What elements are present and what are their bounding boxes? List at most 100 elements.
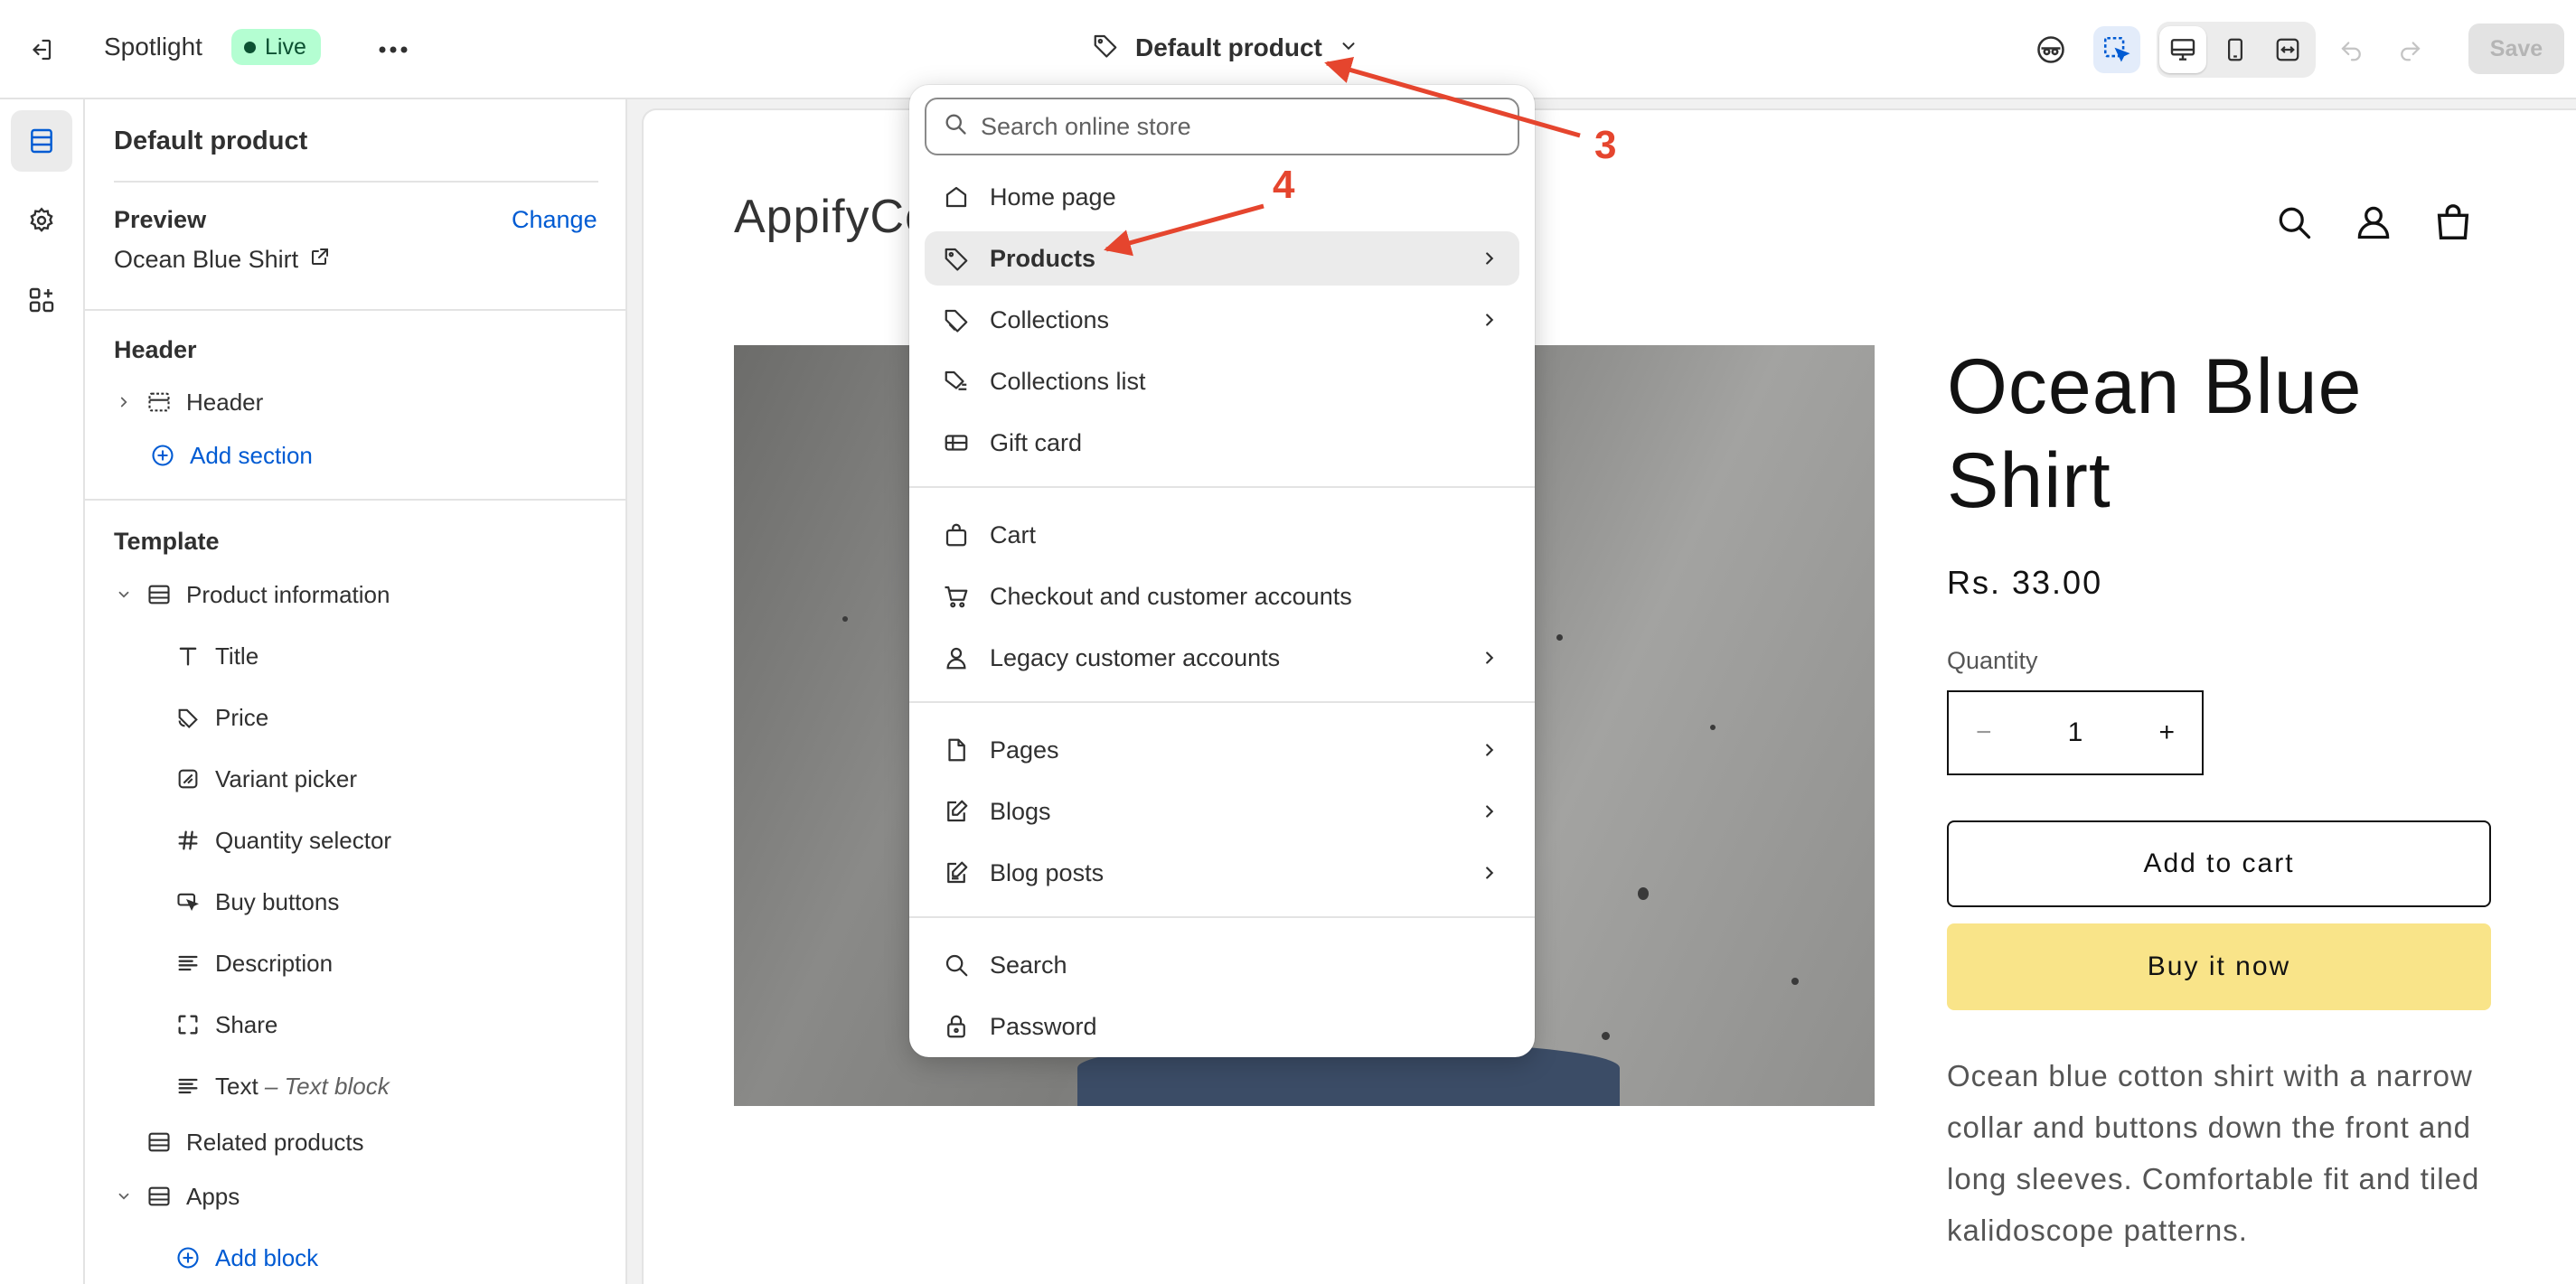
menu-item-collections-list[interactable]: Collections list [925,354,1519,408]
image-texture [1556,634,1563,641]
block-title[interactable]: Title [174,636,259,676]
menu-item-collections[interactable]: Collections [925,293,1519,347]
image-texture [1791,978,1799,985]
block-description-label: Description [215,949,334,977]
blog-post-icon [941,858,972,888]
page-icon [941,735,972,765]
chevron-right-icon [1486,744,1494,756]
template-selector-button[interactable]: Default product [1092,27,1359,69]
fullscreen-view-icon[interactable] [2264,26,2311,73]
divider [909,916,1535,918]
account-icon[interactable] [2346,195,2401,249]
block-description[interactable]: Description [174,943,333,983]
menu-item-checkout-and-customer-accounts[interactable]: Checkout and customer accounts [925,569,1519,623]
section-header-label: Header [186,388,264,416]
block-text-suffix: – Text block [264,1072,390,1100]
add-block-button[interactable]: Add block [174,1238,318,1278]
menu-item-label: Checkout and customer accounts [990,582,1352,610]
editor-rail [0,99,85,1284]
menu-item-label: Search [990,951,1067,979]
menu-item-pages[interactable]: Pages [925,723,1519,777]
menu-item-password[interactable]: Password [925,999,1519,1054]
template-label: Default product [1135,33,1322,61]
preview-product-name: Ocean Blue Shirt [114,246,299,273]
chevron-down-icon[interactable] [114,585,134,605]
block-quantity-selector[interactable]: Quantity selector [174,820,391,860]
plus-circle-icon [148,441,177,470]
block-share[interactable]: Share [174,1005,277,1045]
quantity-increase-button[interactable]: + [2158,717,2175,748]
text-lines-icon [174,1072,202,1101]
block-text-label: Text [215,1072,259,1100]
exit-icon[interactable] [20,29,61,70]
section-product-information[interactable]: Product information [145,575,390,614]
block-price[interactable]: Price [174,698,268,737]
preview-product[interactable]: Ocean Blue Shirt [114,246,331,274]
quantity-label: Quantity [1947,647,2038,674]
live-status-badge: Live [231,29,321,65]
redo-icon[interactable] [2386,26,2433,73]
tag-icon [1092,32,1119,65]
desktop-view-icon[interactable] [2159,26,2206,73]
add-section-label: Add section [190,441,313,469]
product-title: Ocean Blue Shirt [1947,343,2363,524]
menu-item-home-page[interactable]: Home page [925,170,1519,224]
quantity-input[interactable]: 1 [2068,717,2083,748]
blog-edit-icon [941,796,972,827]
annotation-step-4: 4 [1273,163,1295,207]
search-icon[interactable] [2267,195,2321,249]
theme-settings-gear-icon[interactable] [11,190,72,251]
chevron-right-icon[interactable] [114,392,134,412]
chevron-right-icon [1486,651,1494,664]
block-variant-picker-label: Variant picker [215,764,358,792]
add-to-cart-button[interactable]: Add to cart [1947,820,2491,907]
mobile-view-icon[interactable] [2212,26,2259,73]
block-text[interactable]: Text – Text block [174,1066,390,1106]
share-frame-icon [174,1010,202,1039]
add-section-header-button[interactable]: Add section [148,436,313,475]
save-button[interactable]: Save [2468,23,2564,74]
section-apps[interactable]: Apps [145,1176,240,1216]
menu-item-legacy-customer-accounts[interactable]: Legacy customer accounts [925,631,1519,685]
block-variant-picker[interactable]: Variant picker [174,759,357,799]
change-preview-link[interactable]: Change [512,206,597,234]
menu-item-blogs[interactable]: Blogs [925,784,1519,839]
sections-icon[interactable] [11,110,72,172]
menu-item-label: Gift card [990,428,1083,456]
sensei-ai-icon[interactable] [2027,26,2074,73]
section-header[interactable]: Header [145,382,263,422]
person-icon [941,642,972,673]
cart-icon[interactable] [2426,195,2480,249]
quantity-decrease-button[interactable]: − [1976,717,1992,748]
inspector-select-icon[interactable] [2093,26,2140,73]
search-input[interactable]: Search online store [925,98,1519,155]
menu-item-blog-posts[interactable]: Blog posts [925,846,1519,900]
search-icon [943,111,968,143]
store-logo[interactable]: AppifyCo [734,190,932,244]
menu-item-gift-card[interactable]: Gift card [925,416,1519,470]
bag-icon [941,520,972,550]
section-icon [145,1182,174,1211]
sections-sidebar: Default product Preview Change Ocean Blu… [85,99,627,1284]
menu-item-label: Collections list [990,367,1146,395]
menu-item-label: Products [990,244,1096,272]
block-buy-buttons[interactable]: Buy buttons [174,882,339,922]
plus-circle-icon [174,1243,202,1272]
menu-item-products[interactable]: Products [925,231,1519,286]
chevron-down-icon[interactable] [114,1186,134,1206]
variant-picker-icon [174,764,202,793]
undo-icon[interactable] [2328,26,2375,73]
header-group-heading: Header [114,336,197,363]
sidebar-title: Default product [114,127,308,155]
more-actions-icon[interactable] [372,29,414,70]
divider [85,499,625,501]
image-texture [1602,1032,1610,1040]
block-price-label: Price [215,703,269,731]
menu-item-cart[interactable]: Cart [925,508,1519,562]
divider [114,181,598,183]
app-embeds-icon[interactable] [11,269,72,331]
buy-it-now-button[interactable]: Buy it now [1947,923,2491,1010]
section-related-products[interactable]: Related products [145,1122,364,1162]
product-description: Ocean blue cotton shirt with a narrow co… [1947,1059,2480,1247]
menu-item-search[interactable]: Search [925,938,1519,992]
